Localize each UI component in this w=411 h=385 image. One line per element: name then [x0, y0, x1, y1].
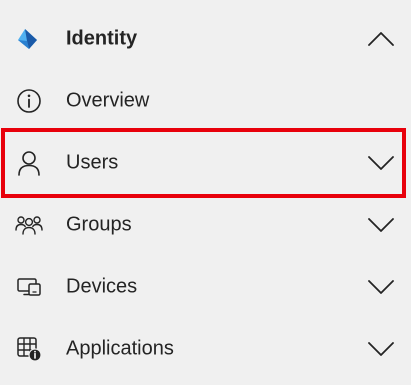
nav-item-users[interactable]: Users	[0, 132, 411, 194]
nav-item-users-label: Users	[66, 151, 119, 174]
chevron-down-icon[interactable]	[366, 153, 396, 173]
nav-section-identity[interactable]: Identity	[0, 8, 411, 70]
nav-item-groups[interactable]: Groups	[0, 194, 411, 256]
identity-diamond-icon	[15, 25, 43, 53]
info-icon	[15, 87, 43, 115]
nav-item-applications-label: Applications	[66, 337, 174, 360]
devices-icon	[15, 273, 43, 301]
chevron-up-icon[interactable]	[366, 29, 396, 49]
chevron-down-icon[interactable]	[366, 339, 396, 359]
nav-item-groups-label: Groups	[66, 213, 132, 236]
chevron-down-icon[interactable]	[366, 277, 396, 297]
nav-item-devices-label: Devices	[66, 275, 138, 298]
nav-item-devices[interactable]: Devices	[0, 256, 411, 318]
nav-section-identity-label: Identity	[66, 27, 138, 50]
nav-item-overview-label: Overview	[66, 89, 150, 112]
applications-icon	[15, 335, 43, 363]
user-icon	[15, 149, 43, 177]
identity-nav-menu: Identity Overview Users Groups Devices A…	[0, 0, 411, 385]
groups-icon	[15, 211, 43, 239]
nav-item-overview[interactable]: Overview	[0, 70, 411, 132]
chevron-down-icon[interactable]	[366, 215, 396, 235]
nav-item-applications[interactable]: Applications	[0, 318, 411, 380]
